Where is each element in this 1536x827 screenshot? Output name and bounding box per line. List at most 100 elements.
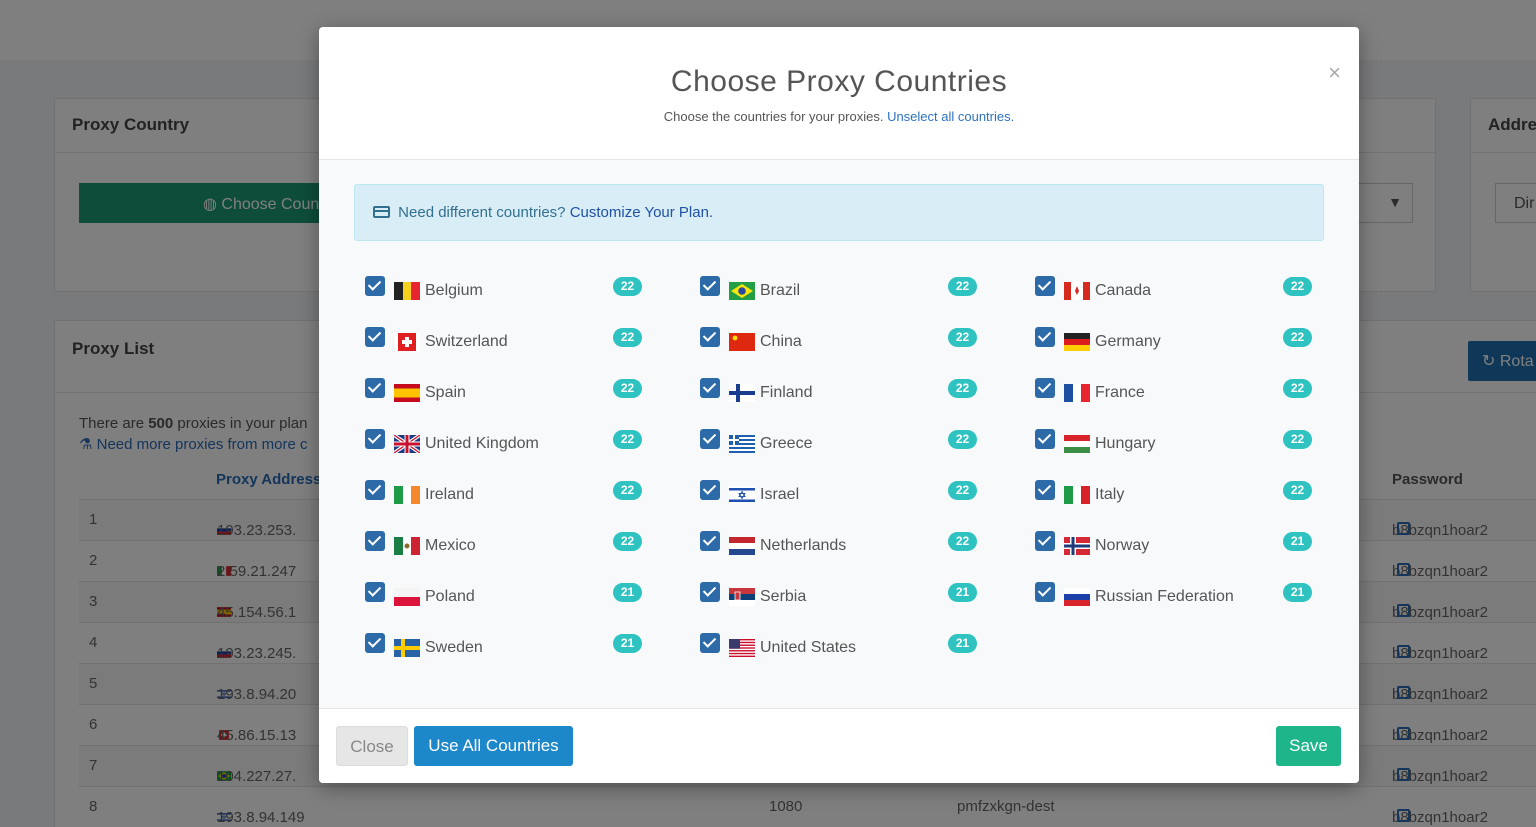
checkbox-checked[interactable] (700, 582, 720, 602)
country-option-norway[interactable]: Norway 21 (1035, 531, 1325, 561)
country-name: France (1095, 384, 1145, 401)
checkbox-checked[interactable] (700, 429, 720, 449)
country-name: Russian Federation (1095, 588, 1234, 605)
country-option-sweden[interactable]: Sweden 21 (365, 633, 655, 663)
country-name: Sweden (425, 639, 483, 656)
checkbox-checked[interactable] (1035, 429, 1055, 449)
modal-subtitle-text: Choose the countries for your proxies. (663, 109, 884, 124)
proxy-count-badge: 22 (948, 277, 977, 296)
save-button[interactable]: Save (1276, 726, 1341, 766)
flag-pl-icon (394, 588, 420, 606)
checkbox-checked[interactable] (700, 276, 720, 296)
country-option-mexico[interactable]: Mexico 22 (365, 531, 655, 561)
checkbox-checked[interactable] (365, 480, 385, 500)
country-option-ireland[interactable]: Ireland 22 (365, 480, 655, 510)
checkbox-checked[interactable] (1035, 582, 1055, 602)
proxy-count-badge: 22 (613, 532, 642, 551)
proxy-count-badge: 22 (1283, 379, 1312, 398)
flag-rs-icon (729, 588, 755, 606)
checkbox-checked[interactable] (1035, 480, 1055, 500)
proxy-count-badge: 22 (1283, 328, 1312, 347)
checkbox-checked[interactable] (365, 582, 385, 602)
flag-us-icon (729, 639, 755, 657)
modal-title: Choose Proxy Countries (670, 65, 1008, 98)
country-option-brazil[interactable]: Brazil 22 (700, 276, 990, 306)
country-name: Ireland (425, 486, 474, 503)
flag-mx-icon (394, 537, 420, 555)
checkbox-checked[interactable] (365, 327, 385, 347)
checkbox-checked[interactable] (1035, 327, 1055, 347)
checkbox-checked[interactable] (1035, 276, 1055, 296)
country-name: Germany (1095, 333, 1161, 350)
proxy-count-badge: 22 (613, 328, 642, 347)
country-name: Spain (425, 384, 466, 401)
country-option-germany[interactable]: Germany 22 (1035, 327, 1325, 357)
country-option-belgium[interactable]: Belgium 22 (365, 276, 655, 306)
checkbox-checked[interactable] (365, 378, 385, 398)
country-option-china[interactable]: China 22 (700, 327, 990, 357)
alert-text: Need different countries? (398, 204, 566, 221)
checkbox-checked[interactable] (700, 327, 720, 347)
checkbox-checked[interactable] (700, 480, 720, 500)
country-option-hungary[interactable]: Hungary 22 (1035, 429, 1325, 459)
proxy-count-badge: 22 (1283, 430, 1312, 449)
flag-cn-icon (729, 333, 755, 351)
country-option-netherlands[interactable]: Netherlands 22 (700, 531, 990, 561)
checkbox-checked[interactable] (1035, 531, 1055, 551)
proxy-count-badge: 22 (1283, 481, 1312, 500)
close-button[interactable]: Close (336, 726, 408, 766)
flag-de-icon (1064, 333, 1090, 351)
checkbox-checked[interactable] (365, 276, 385, 296)
flag-nl-icon (729, 537, 755, 555)
country-name: United States (760, 639, 857, 656)
flag-hu-icon (1064, 435, 1090, 453)
proxy-count-badge: 22 (948, 328, 977, 347)
flag-fi-icon (729, 384, 755, 402)
checkbox-checked[interactable] (1035, 378, 1055, 398)
proxy-count-badge: 22 (948, 481, 977, 500)
proxy-count-badge: 22 (613, 379, 642, 398)
country-option-switzerland[interactable]: Switzerland 22 (365, 327, 655, 357)
customize-plan-link[interactable]: Customize Your Plan. (570, 204, 713, 221)
flag-ru-icon (1064, 588, 1090, 606)
modal-body: Need different countries? Customize Your… (319, 160, 1359, 708)
country-option-serbia[interactable]: Serbia 21 (700, 582, 990, 612)
country-option-russian-federation[interactable]: Russian Federation 21 (1035, 582, 1325, 612)
close-icon[interactable]: × (1328, 60, 1341, 86)
country-option-united-states[interactable]: United States 21 (700, 633, 990, 663)
country-name: Netherlands (760, 537, 847, 554)
flag-ie-icon (394, 486, 420, 504)
country-name: Greece (760, 435, 813, 452)
checkbox-checked[interactable] (700, 378, 720, 398)
checkbox-checked[interactable] (365, 633, 385, 653)
country-name: Norway (1095, 537, 1150, 554)
country-option-israel[interactable]: Israel 22 (700, 480, 990, 510)
flag-gb-icon (394, 435, 420, 453)
country-option-poland[interactable]: Poland 21 (365, 582, 655, 612)
checkbox-checked[interactable] (365, 429, 385, 449)
checkbox-checked[interactable] (700, 531, 720, 551)
checkbox-checked[interactable] (365, 531, 385, 551)
flag-it-icon (1064, 486, 1090, 504)
flag-gr-icon (729, 435, 755, 453)
country-option-italy[interactable]: Italy 22 (1035, 480, 1325, 510)
country-name: Hungary (1095, 435, 1156, 452)
use-all-countries-button[interactable]: Use All Countries (414, 726, 573, 766)
proxy-count-badge: 22 (1283, 277, 1312, 296)
checkbox-checked[interactable] (700, 633, 720, 653)
modal-footer: Close Use All Countries Save (319, 708, 1359, 783)
proxy-count-badge: 22 (948, 379, 977, 398)
country-option-greece[interactable]: Greece 22 (700, 429, 990, 459)
unselect-all-link[interactable]: Unselect all countries. (887, 109, 1014, 124)
proxy-count-badge: 22 (948, 532, 977, 551)
flag-fr-icon (1064, 384, 1090, 402)
country-option-spain[interactable]: Spain 22 (365, 378, 655, 408)
country-option-canada[interactable]: Canada 22 (1035, 276, 1325, 306)
country-option-united-kingdom[interactable]: United Kingdom 22 (365, 429, 655, 459)
country-option-france[interactable]: France 22 (1035, 378, 1325, 408)
proxy-count-badge: 21 (948, 634, 977, 653)
country-name: Finland (760, 384, 813, 401)
country-option-finland[interactable]: Finland 22 (700, 378, 990, 408)
proxy-count-badge: 22 (613, 430, 642, 449)
country-name: United Kingdom (425, 435, 539, 452)
